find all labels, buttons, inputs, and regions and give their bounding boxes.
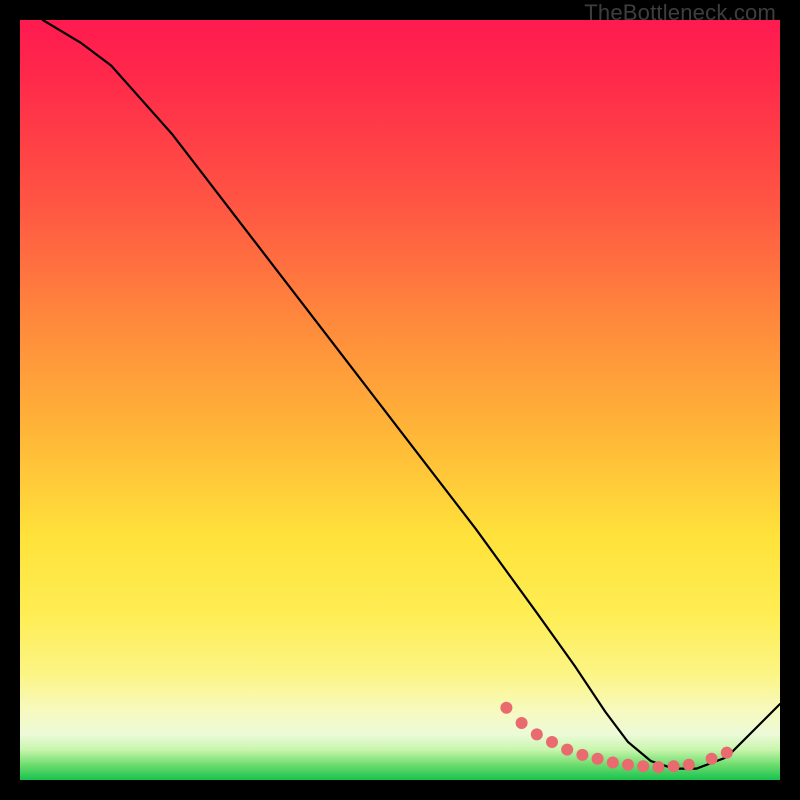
- marker-group: [500, 702, 732, 773]
- marker-dot: [668, 760, 680, 772]
- marker-dot: [652, 761, 664, 773]
- marker-dot: [516, 717, 528, 729]
- bottleneck-curve: [43, 20, 780, 769]
- marker-dot: [576, 749, 588, 761]
- plot-area: [20, 20, 780, 780]
- marker-dot: [531, 728, 543, 740]
- chart-frame: TheBottleneck.com: [0, 0, 800, 800]
- curve-svg: [20, 20, 780, 780]
- marker-dot: [546, 736, 558, 748]
- marker-dot: [500, 702, 512, 714]
- marker-dot: [637, 760, 649, 772]
- marker-dot: [721, 747, 733, 759]
- marker-dot: [622, 759, 634, 771]
- marker-dot: [592, 753, 604, 765]
- marker-dot: [706, 753, 718, 765]
- marker-dot: [683, 759, 695, 771]
- marker-dot: [607, 757, 619, 769]
- marker-dot: [561, 744, 573, 756]
